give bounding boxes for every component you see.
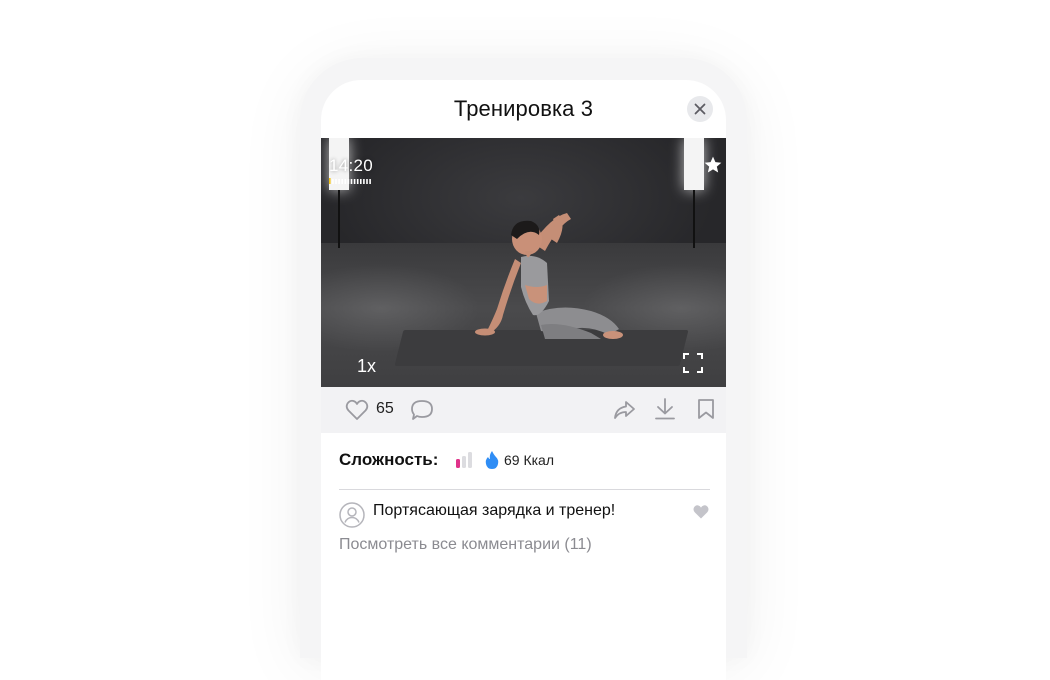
view-all-comments-link[interactable]: Посмотреть все комментарии (11)	[339, 536, 592, 554]
progress-tick	[350, 179, 353, 184]
like-count: 65	[376, 400, 394, 417]
playback-speed-button[interactable]: 1x	[357, 356, 376, 377]
progress-tick	[332, 179, 334, 184]
fire-icon	[485, 451, 499, 469]
difficulty-bar	[462, 456, 466, 468]
difficulty-label: Сложность:	[339, 450, 439, 469]
progress-tick	[338, 179, 340, 184]
progress-tick	[347, 179, 350, 184]
star-icon[interactable]	[703, 155, 723, 175]
video-player[interactable]: 14:20 1x	[321, 138, 726, 387]
progress-tick	[344, 179, 347, 184]
difficulty-indicator	[456, 452, 472, 468]
comment-text: Портясающая зарядка и тренер!	[373, 502, 616, 519]
progress-tick	[329, 178, 331, 184]
workout-screen: Тренировка 3 14:20 1x 65 Сложность: 69 К…	[321, 80, 726, 680]
like-icon[interactable]	[345, 399, 369, 421]
divider	[339, 489, 710, 490]
header: Тренировка 3	[321, 80, 726, 138]
studio-light	[684, 138, 704, 190]
close-button[interactable]	[687, 96, 713, 122]
workout-info: Сложность: 69 Ккал	[339, 446, 719, 476]
progress-tick	[363, 179, 365, 184]
progress-tick	[369, 179, 371, 184]
trainer-image	[475, 213, 623, 339]
calories-value: 69 Ккал	[504, 452, 555, 468]
progress-tick	[341, 179, 343, 184]
download-icon[interactable]	[654, 398, 676, 420]
action-bar: 65	[321, 387, 726, 433]
difficulty-bar	[468, 452, 472, 468]
heart-icon[interactable]	[692, 504, 710, 520]
fullscreen-icon[interactable]	[683, 353, 703, 373]
share-icon[interactable]	[612, 399, 636, 421]
difficulty-bar	[456, 459, 460, 468]
progress-tick	[360, 179, 362, 184]
bookmark-icon[interactable]	[697, 398, 715, 420]
progress-tick	[366, 179, 368, 184]
progress-tick	[335, 179, 337, 184]
video-timer: 14:20	[329, 156, 374, 175]
progress-tick	[353, 179, 356, 184]
video-progress-bar[interactable]	[329, 178, 373, 184]
avatar-icon[interactable]	[339, 502, 365, 528]
comment-icon[interactable]	[410, 399, 434, 422]
close-icon	[694, 103, 706, 115]
page-title: Тренировка 3	[453, 96, 594, 121]
comment-item: Портясающая зарядка и тренер!	[339, 500, 711, 530]
progress-tick	[356, 179, 359, 184]
phone-frame: Тренировка 3 14:20 1x 65 Сложность: 69 К…	[300, 58, 747, 680]
